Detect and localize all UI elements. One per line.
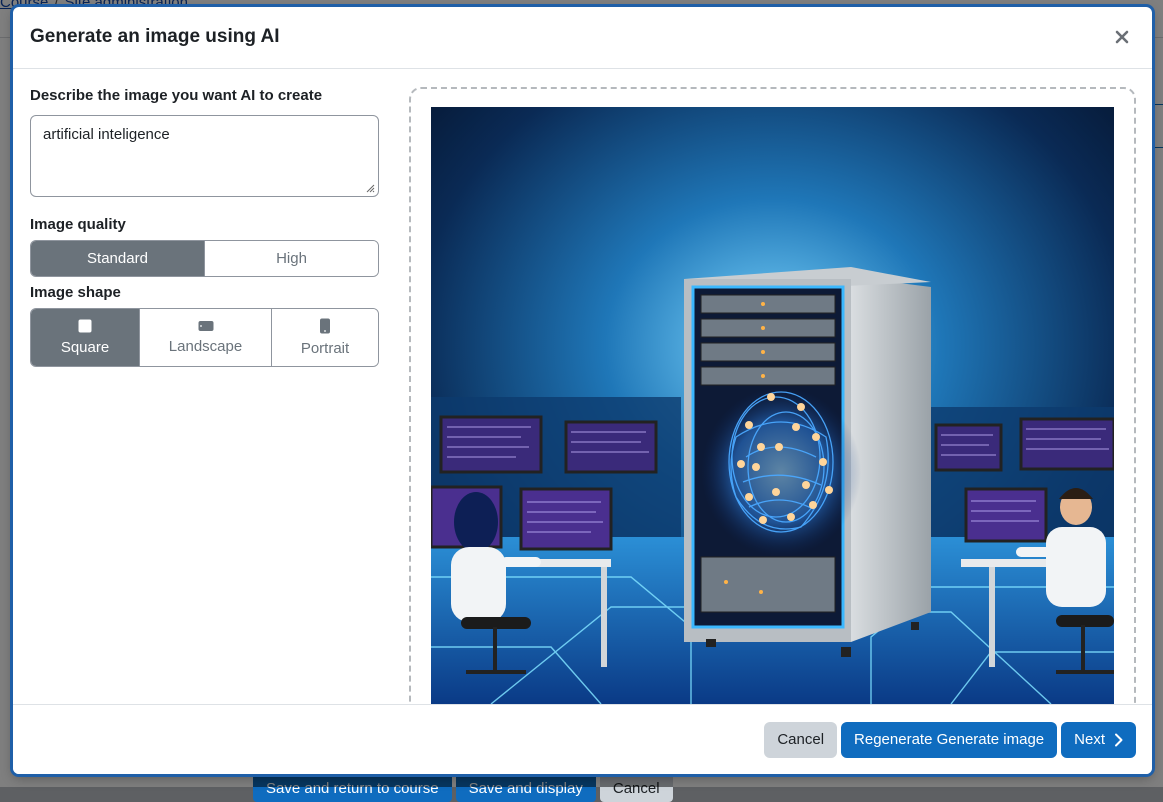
prompt-text: artificial inteligence	[43, 126, 170, 143]
shape-label: Image shape	[30, 284, 121, 301]
chevron-right-icon	[1115, 733, 1123, 746]
modal-title: Generate an image using AI	[30, 26, 280, 47]
next-button[interactable]: Next	[1061, 721, 1136, 758]
portrait-icon	[320, 318, 330, 334]
close-button[interactable]	[1109, 24, 1135, 50]
cancel-button[interactable]: Cancel	[764, 721, 838, 758]
shape-selector: Square Landscape Portrait	[30, 308, 379, 367]
shape-portrait-option[interactable]: Portrait	[271, 309, 378, 366]
prompt-textarea[interactable]: artificial inteligence	[30, 115, 379, 197]
landscape-icon	[198, 321, 213, 331]
regenerate-button[interactable]: Regenerate Generate image	[841, 721, 1058, 758]
shape-portrait-label: Portrait	[300, 340, 350, 357]
square-icon	[78, 319, 92, 333]
quality-label: Image quality	[30, 216, 126, 233]
modal-header: Generate an image using AI	[13, 7, 1152, 69]
shape-square-option[interactable]: Square	[31, 309, 139, 366]
quality-standard-option[interactable]: Standard	[31, 241, 204, 276]
prompt-label: Describe the image you want AI to create	[30, 87, 323, 104]
next-button-label: Next	[1074, 731, 1105, 748]
modal-footer: Cancel Regenerate Generate image Next	[13, 704, 1152, 774]
ai-image-modal: Generate an image using AI Describe the …	[13, 7, 1152, 774]
modal-body: Describe the image you want AI to create…	[13, 69, 1152, 704]
quality-high-option[interactable]: High	[204, 241, 378, 276]
shape-landscape-option[interactable]: Landscape	[139, 309, 271, 366]
generated-image	[431, 107, 1114, 704]
resize-grip-icon[interactable]	[365, 183, 375, 193]
shape-square-label: Square	[60, 339, 110, 356]
settings-column: Describe the image you want AI to create…	[30, 87, 379, 367]
shape-landscape-label: Landscape	[168, 338, 243, 355]
close-icon	[1115, 30, 1129, 44]
quality-selector: Standard High	[30, 240, 379, 277]
